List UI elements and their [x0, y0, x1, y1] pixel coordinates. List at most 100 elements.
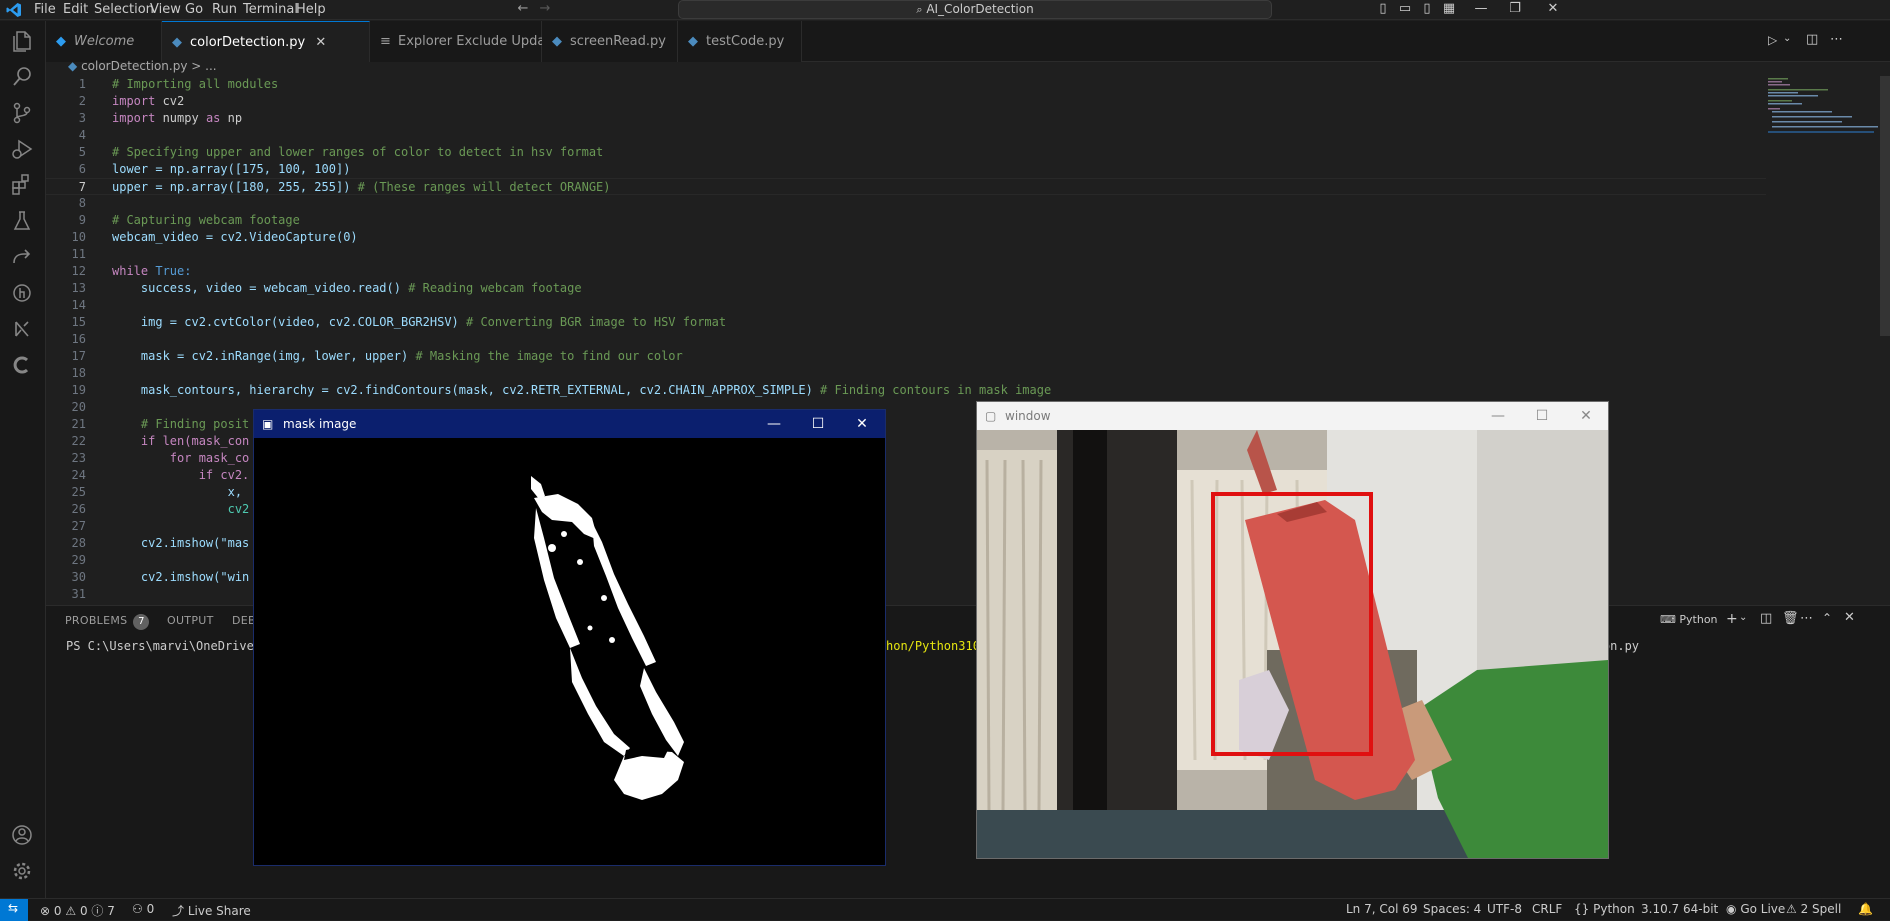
- code-line: 2 import cv2: [46, 93, 1766, 110]
- explorer-icon[interactable]: [8, 27, 36, 55]
- line-number: 19: [71, 383, 86, 397]
- live-share-status[interactable]: ⤴ Live Share: [172, 902, 251, 919]
- run-debug-icon[interactable]: [8, 135, 36, 163]
- code-line: 6 lower = np.array([175, 100, 100]): [46, 161, 1766, 178]
- source-control-icon[interactable]: [8, 99, 36, 127]
- vscode-logo-icon: [6, 2, 22, 22]
- code-line: 8: [46, 195, 1766, 212]
- tab-testcode[interactable]: ◆ testCode.py: [678, 21, 802, 62]
- ports-status[interactable]: ⚇ 0: [132, 902, 154, 916]
- remote-indicator[interactable]: ⇆: [0, 899, 28, 921]
- maximize-icon[interactable]: ☐: [796, 410, 840, 438]
- line-number: 12: [71, 264, 86, 278]
- command-center-search[interactable]: ⌕ AI_ColorDetection: [678, 0, 1272, 19]
- run-python-file-icon[interactable]: ▷: [1768, 33, 1777, 47]
- live-share-label: Live Share: [187, 904, 251, 918]
- maximize-panel-icon[interactable]: ⌃: [1822, 611, 1832, 625]
- problems-status[interactable]: ⊗ 0 ⚠ 0 ⓘ 7: [40, 902, 115, 919]
- search-icon[interactable]: [8, 63, 36, 91]
- toggle-panel-icon[interactable]: ▭: [1398, 2, 1412, 16]
- chevron-down-icon[interactable]: ⌄: [1783, 33, 1791, 44]
- copilot-icon[interactable]: [8, 351, 36, 379]
- info-count: 7: [107, 904, 115, 918]
- account-icon[interactable]: [8, 821, 36, 849]
- git-graph-icon[interactable]: [8, 279, 36, 307]
- language-mode[interactable]: {} Python: [1574, 902, 1635, 916]
- warning-icon: ⚠: [1786, 902, 1797, 916]
- menu-go[interactable]: Go: [185, 2, 203, 17]
- python-interpreter[interactable]: 3.10.7 64-bit: [1641, 902, 1718, 916]
- remote-icon[interactable]: [8, 315, 36, 343]
- close-panel-icon[interactable]: ✕: [1844, 610, 1855, 625]
- split-terminal-icon[interactable]: ◫: [1760, 611, 1772, 626]
- close-tab-icon[interactable]: ✕: [315, 35, 326, 50]
- menu-selection[interactable]: Selection: [94, 2, 154, 17]
- close-icon[interactable]: ✕: [1546, 2, 1560, 16]
- code-token: numpy: [155, 111, 206, 125]
- settings-gear-icon[interactable]: [8, 857, 36, 885]
- mask-image: [254, 438, 885, 865]
- breadcrumb-rest[interactable]: ...: [205, 59, 216, 73]
- tab-problems[interactable]: PROBLEMS 7: [65, 614, 150, 630]
- window-titlebar[interactable]: ▣ mask image — ☐ ✕: [254, 410, 885, 438]
- close-icon[interactable]: ✕: [840, 410, 884, 438]
- line-ending[interactable]: CRLF: [1532, 902, 1562, 916]
- menu-run[interactable]: Run: [212, 2, 237, 17]
- more-actions-icon[interactable]: ⋯: [1830, 32, 1843, 47]
- encoding[interactable]: UTF-8: [1487, 902, 1522, 916]
- customize-layout-icon[interactable]: ▦: [1442, 2, 1456, 16]
- close-icon[interactable]: ✕: [1564, 402, 1608, 430]
- breadcrumb-file[interactable]: colorDetection.py: [81, 59, 187, 73]
- code-text: # Capturing webcam footage: [112, 213, 300, 227]
- go-live-button[interactable]: ◉ Go Live: [1726, 902, 1785, 916]
- arrow-left-icon[interactable]: ←: [516, 2, 530, 16]
- toggle-primary-sidebar-icon[interactable]: ▯: [1376, 2, 1390, 16]
- editor-scrollbar[interactable]: [1880, 76, 1890, 336]
- webcam-window[interactable]: ▢ window — ☐ ✕: [976, 401, 1609, 859]
- minimize-icon[interactable]: —: [1474, 2, 1488, 16]
- tab-output[interactable]: OUTPUT: [167, 614, 214, 627]
- mask-image-window[interactable]: ▣ mask image — ☐ ✕: [253, 409, 886, 866]
- code-text: cv2.imshow("mas: [112, 536, 250, 550]
- tab-explorer-exclude[interactable]: ≡ Explorer Exclude Update: [370, 21, 558, 62]
- maximize-icon[interactable]: ☐: [1520, 402, 1564, 430]
- menu-view[interactable]: View: [150, 2, 181, 17]
- minimize-icon[interactable]: —: [1476, 402, 1520, 430]
- arrow-right-icon[interactable]: →: [538, 2, 552, 16]
- tab-colordetection[interactable]: ◆ colorDetection.py ✕: [162, 21, 370, 62]
- menu-terminal[interactable]: Terminal: [243, 2, 298, 17]
- code-text: # Importing all modules: [112, 77, 279, 91]
- extensions-icon[interactable]: [8, 171, 36, 199]
- restore-icon[interactable]: ❐: [1508, 2, 1522, 16]
- code-token: True:: [148, 264, 192, 278]
- trash-icon[interactable]: 🗑: [1782, 611, 1799, 626]
- window-titlebar[interactable]: ▢ window — ☐ ✕: [977, 402, 1608, 430]
- menu-help[interactable]: Help: [296, 2, 326, 17]
- testing-icon[interactable]: [8, 207, 36, 235]
- minimize-icon[interactable]: —: [752, 410, 796, 438]
- live-share-icon[interactable]: [8, 243, 36, 271]
- notifications-bell-icon[interactable]: 🔔: [1858, 902, 1873, 916]
- tab-screenread[interactable]: ◆ screenRead.py: [542, 21, 678, 62]
- line-number: 28: [71, 536, 86, 550]
- toggle-secondary-sidebar-icon[interactable]: ▯: [1420, 2, 1434, 16]
- line-number: 16: [71, 332, 86, 346]
- editor-tabs: ◆ Welcome ◆ colorDetection.py ✕ ≡ Explorer …: [46, 21, 1890, 62]
- terminal-selector[interactable]: ⌨ Python: [1660, 613, 1718, 626]
- minimap[interactable]: [1768, 76, 1878, 136]
- spell-check-status[interactable]: ⚠ 2 Spell: [1786, 902, 1841, 916]
- indentation[interactable]: Spaces: 4: [1423, 902, 1481, 916]
- comment: # Converting BGR image to HSV format: [458, 315, 727, 329]
- more-actions-icon[interactable]: ⋯: [1800, 611, 1813, 626]
- menu-file[interactable]: File: [34, 2, 56, 17]
- window-app-icon: ▢: [985, 409, 997, 423]
- split-editor-icon[interactable]: ◫: [1806, 32, 1818, 47]
- line-number: 5: [78, 145, 86, 159]
- line-number: 13: [71, 281, 86, 295]
- cursor-position[interactable]: Ln 7, Col 69: [1346, 902, 1418, 916]
- menu-edit[interactable]: Edit: [63, 2, 88, 17]
- line-number: 10: [71, 230, 86, 244]
- tab-welcome[interactable]: ◆ Welcome: [46, 21, 162, 62]
- add-terminal-icon[interactable]: +: [1726, 611, 1738, 627]
- chevron-down-icon[interactable]: ⌄: [1739, 612, 1747, 623]
